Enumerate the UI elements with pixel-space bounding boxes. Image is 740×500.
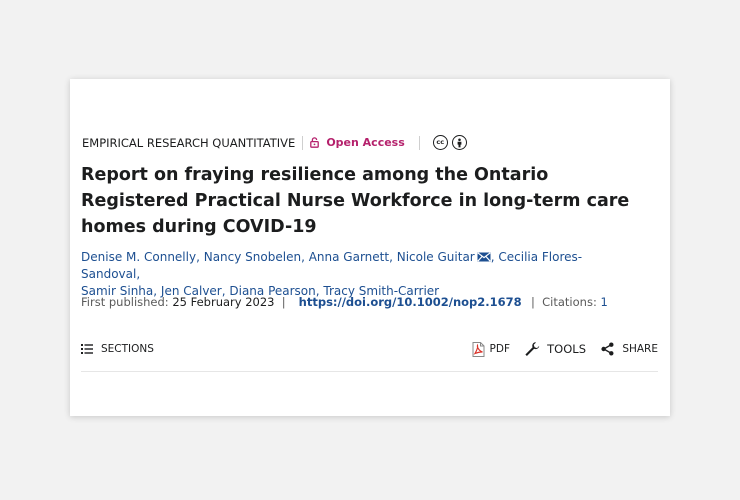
- tools-button[interactable]: TOOLS: [524, 340, 586, 358]
- meta-divider: [302, 135, 304, 150]
- open-access-label: Open Access: [326, 136, 405, 149]
- open-access-badge: Open Access: [310, 136, 405, 149]
- by-icon: [451, 135, 467, 150]
- toolbar-divider: [81, 371, 658, 372]
- tools-label: TOOLS: [547, 342, 586, 356]
- first-published-label: First published:: [81, 295, 169, 309]
- author-link[interactable]: Denise M. Connelly: [81, 250, 196, 264]
- pdf-button[interactable]: PDF: [472, 340, 510, 358]
- article-title: Report on fraying resilience among the O…: [81, 165, 630, 237]
- open-lock-icon: [310, 137, 320, 148]
- citations-label: Citations:: [542, 295, 597, 309]
- share-button[interactable]: SHARE: [601, 340, 658, 358]
- share-label: SHARE: [622, 343, 658, 355]
- article-header-card: EMPIRICAL RESEARCH QUANTITATIVE Open Acc…: [70, 79, 670, 416]
- share-icon: [601, 342, 614, 356]
- article-toolbar: SECTIONS PDF TOOLS SHARE: [81, 340, 658, 358]
- author-link[interactable]: Anna Garnett: [309, 250, 389, 264]
- list-icon: [81, 344, 93, 354]
- article-meta-row: EMPIRICAL RESEARCH QUANTITATIVE Open Acc…: [82, 135, 467, 150]
- publication-info: First published: 25 February 2023 | http…: [81, 295, 608, 309]
- author-list: Denise M. Connelly, Nancy Snobelen, Anna…: [81, 250, 583, 298]
- license-icons[interactable]: cc: [432, 135, 467, 150]
- sections-button[interactable]: SECTIONS: [81, 340, 154, 358]
- pdf-icon: [472, 341, 485, 357]
- article-type-label: EMPIRICAL RESEARCH QUANTITATIVE: [82, 135, 296, 150]
- envelope-icon[interactable]: [477, 252, 491, 262]
- author-link[interactable]: Nancy Snobelen: [204, 250, 301, 264]
- first-published-date: 25 February 2023: [172, 295, 275, 309]
- cc-icon: cc: [432, 135, 448, 150]
- pdf-label: PDF: [489, 343, 510, 355]
- sections-label: SECTIONS: [101, 343, 154, 355]
- citations-count-link[interactable]: 1: [600, 295, 607, 309]
- meta-divider: [418, 135, 420, 150]
- doi-link[interactable]: https://doi.org/10.1002/nop2.1678: [299, 295, 522, 309]
- author-link[interactable]: Nicole Guitar: [397, 250, 475, 264]
- wrench-icon: [525, 342, 540, 356]
